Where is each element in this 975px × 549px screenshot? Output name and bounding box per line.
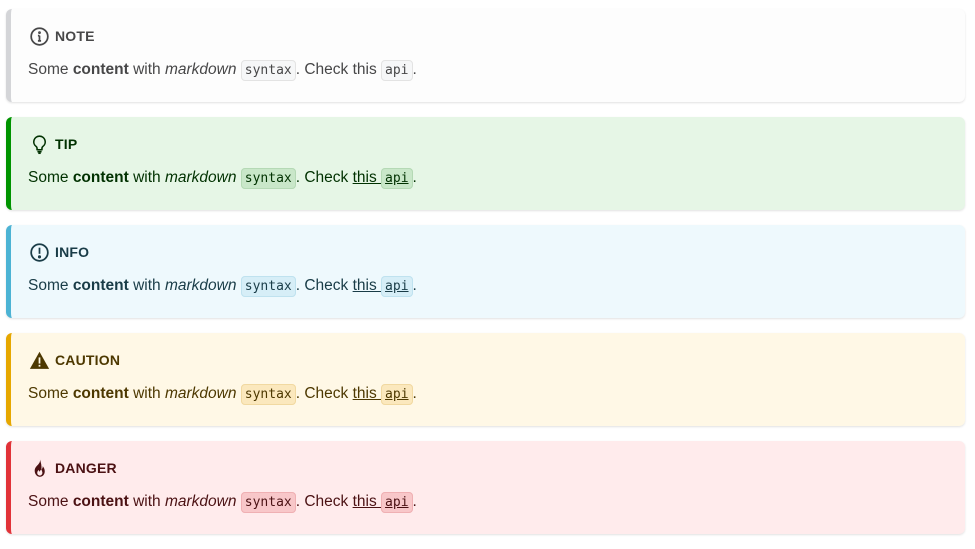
admonition-heading: CAUTION (28, 348, 965, 372)
warning-triangle-icon (28, 349, 50, 371)
this-api-link[interactable]: this api (353, 492, 413, 513)
admonition-title: TIP (55, 136, 78, 152)
inline-code: syntax (240, 276, 296, 297)
italic-text: markdown (164, 493, 237, 510)
admonition-heading: INFO (28, 240, 965, 264)
info-circle-icon (28, 25, 50, 47)
this-api-link[interactable]: this api (353, 276, 413, 297)
inline-code: api (381, 168, 413, 189)
italic-text: markdown (164, 61, 237, 78)
admonition-content: Some content with markdown syntax. Check… (28, 167, 965, 190)
exclamation-circle-icon (28, 241, 50, 263)
admonitions-container: NOTE Some content with markdown syntax. … (6, 9, 965, 549)
admonition-title: DANGER (55, 460, 117, 476)
admonition-info: INFO Some content with markdown syntax. … (6, 225, 965, 318)
admonition-content: Some content with markdown syntax. Check… (28, 383, 965, 406)
inline-code: syntax (240, 384, 296, 405)
inline-code: api (381, 492, 413, 513)
admonition-danger: DANGER Some content with markdown syntax… (6, 441, 965, 534)
inline-code: api (381, 276, 413, 297)
bold-text: content (72, 169, 129, 186)
admonition-content: Some content with markdown syntax. Check… (28, 491, 965, 514)
this-api-link[interactable]: this api (353, 384, 413, 405)
italic-text: markdown (164, 385, 237, 402)
this-api-link[interactable]: this api (353, 168, 413, 189)
admonition-tip: TIP Some content with markdown syntax. C… (6, 117, 965, 210)
admonition-heading: DANGER (28, 456, 965, 480)
admonition-title: INFO (55, 244, 90, 260)
admonition-title: CAUTION (55, 352, 121, 368)
admonition-content: Some content with markdown syntax. Check… (28, 275, 965, 298)
lightbulb-icon (28, 133, 50, 155)
admonition-heading: TIP (28, 132, 965, 156)
bold-text: content (72, 277, 129, 294)
fire-icon (28, 457, 50, 479)
inline-code: syntax (240, 168, 296, 189)
inline-code: api (381, 384, 413, 405)
inline-code: api (381, 60, 413, 81)
bold-text: content (72, 385, 129, 402)
bold-text: content (72, 61, 129, 78)
admonition-content: Some content with markdown syntax. Check… (28, 59, 965, 82)
admonition-title: NOTE (55, 28, 95, 44)
inline-code: syntax (240, 60, 296, 81)
bold-text: content (72, 493, 129, 510)
italic-text: markdown (164, 169, 237, 186)
admonition-note: NOTE Some content with markdown syntax. … (6, 9, 965, 102)
admonition-heading: NOTE (28, 24, 965, 48)
inline-code: syntax (240, 492, 296, 513)
admonition-caution: CAUTION Some content with markdown synta… (6, 333, 965, 426)
italic-text: markdown (164, 277, 237, 294)
